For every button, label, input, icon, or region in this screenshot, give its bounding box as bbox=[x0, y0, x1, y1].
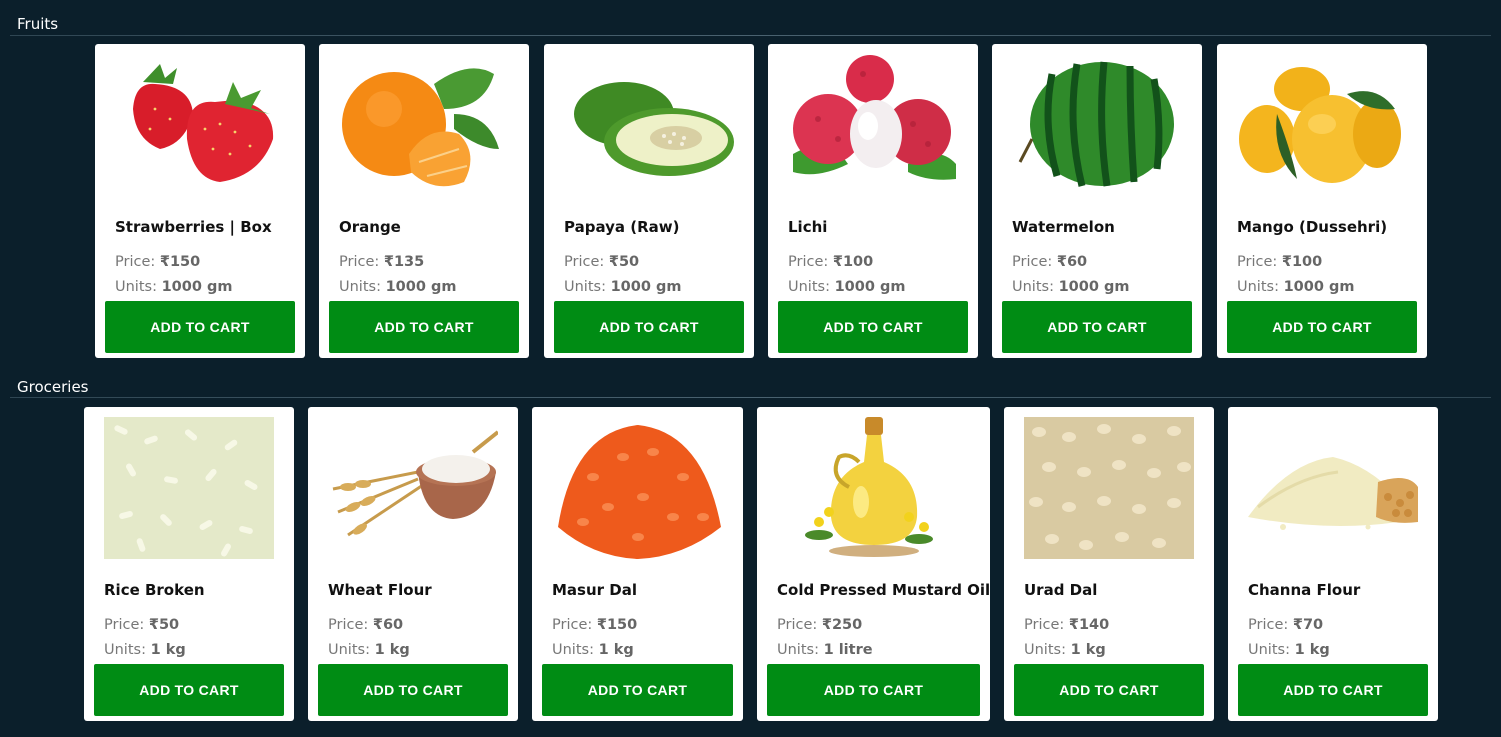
product-row-fruits: Strawberries | Box Price: ₹150 Units: 10… bbox=[0, 44, 1501, 358]
add-to-cart-button[interactable]: ADD TO CART bbox=[105, 301, 295, 353]
product-name: Rice Broken bbox=[104, 581, 205, 599]
product-name: Mango (Dussehri) bbox=[1237, 218, 1388, 236]
product-units: Units: 1000 gm bbox=[1237, 279, 1355, 295]
product-name: Masur Dal bbox=[552, 581, 637, 599]
product-units: Units: 1 kg bbox=[328, 642, 410, 658]
product-card: Watermelon Price: ₹60 Units: 1000 gm ADD… bbox=[992, 44, 1202, 358]
papaya-image bbox=[564, 54, 734, 196]
product-card: Mango (Dussehri) Price: ₹100 Units: 1000… bbox=[1217, 44, 1427, 358]
product-card: Rice Broken Price: ₹50 Units: 1 kg ADD T… bbox=[84, 407, 294, 721]
product-card: Papaya (Raw) Price: ₹50 Units: 1000 gm A… bbox=[544, 44, 754, 358]
mango-image bbox=[1237, 54, 1407, 196]
section-divider bbox=[10, 35, 1491, 36]
masur-dal-image bbox=[552, 417, 723, 559]
product-units: Units: 1000 gm bbox=[1012, 279, 1130, 295]
product-card: Lichi Price: ₹100 Units: 1000 gm ADD TO … bbox=[768, 44, 978, 358]
product-price: Price: ₹150 bbox=[552, 617, 638, 633]
product-card: Wheat Flour Price: ₹60 Units: 1 kg ADD T… bbox=[308, 407, 518, 721]
add-to-cart-button[interactable]: ADD TO CART bbox=[542, 664, 733, 716]
product-name: Orange bbox=[339, 218, 401, 236]
product-price: Price: ₹100 bbox=[788, 254, 874, 270]
rice-image bbox=[104, 417, 274, 559]
product-card: Channa Flour Price: ₹70 Units: 1 kg ADD … bbox=[1228, 407, 1438, 721]
product-name: Lichi bbox=[788, 218, 828, 236]
add-to-cart-button[interactable]: ADD TO CART bbox=[1014, 664, 1204, 716]
product-units: Units: 1000 gm bbox=[564, 279, 682, 295]
watermelon-image bbox=[1012, 54, 1182, 196]
add-to-cart-button[interactable]: ADD TO CART bbox=[318, 664, 508, 716]
add-to-cart-button[interactable]: ADD TO CART bbox=[329, 301, 519, 353]
add-to-cart-button[interactable]: ADD TO CART bbox=[1238, 664, 1428, 716]
product-name: Watermelon bbox=[1012, 218, 1115, 236]
product-name: Wheat Flour bbox=[328, 581, 432, 599]
product-card: Strawberries | Box Price: ₹150 Units: 10… bbox=[95, 44, 305, 358]
product-price: Price: ₹60 bbox=[1012, 254, 1088, 270]
product-units: Units: 1000 gm bbox=[339, 279, 457, 295]
lichi-image bbox=[788, 54, 958, 196]
product-units: Units: 1 kg bbox=[104, 642, 186, 658]
product-name: Channa Flour bbox=[1248, 581, 1361, 599]
product-units: Units: 1 kg bbox=[1248, 642, 1330, 658]
product-units: Units: 1000 gm bbox=[788, 279, 906, 295]
wheat-flour-image bbox=[328, 417, 498, 559]
product-price: Price: ₹70 bbox=[1248, 617, 1324, 633]
product-row-groceries: Rice Broken Price: ₹50 Units: 1 kg ADD T… bbox=[0, 407, 1501, 721]
urad-dal-image bbox=[1024, 417, 1194, 559]
section-title-fruits: Fruits bbox=[17, 15, 59, 33]
product-name: Cold Pressed Mustard Oil bbox=[777, 581, 991, 599]
orange-image bbox=[339, 54, 509, 196]
product-card: Cold Pressed Mustard Oil Price: ₹250 Uni… bbox=[757, 407, 990, 721]
mustard-oil-image bbox=[777, 417, 970, 559]
add-to-cart-button[interactable]: ADD TO CART bbox=[778, 301, 968, 353]
product-price: Price: ₹100 bbox=[1237, 254, 1323, 270]
product-units: Units: 1 litre bbox=[777, 642, 873, 658]
add-to-cart-button[interactable]: ADD TO CART bbox=[1227, 301, 1417, 353]
product-units: Units: 1 kg bbox=[552, 642, 634, 658]
product-price: Price: ₹140 bbox=[1024, 617, 1110, 633]
add-to-cart-button[interactable]: ADD TO CART bbox=[1002, 301, 1192, 353]
product-card: Orange Price: ₹135 Units: 1000 gm ADD TO… bbox=[319, 44, 529, 358]
add-to-cart-button[interactable]: ADD TO CART bbox=[767, 664, 980, 716]
product-name: Papaya (Raw) bbox=[564, 218, 680, 236]
product-card: Urad Dal Price: ₹140 Units: 1 kg ADD TO … bbox=[1004, 407, 1214, 721]
add-to-cart-button[interactable]: ADD TO CART bbox=[554, 301, 744, 353]
section-divider bbox=[10, 397, 1491, 398]
product-price: Price: ₹250 bbox=[777, 617, 863, 633]
product-price: Price: ₹50 bbox=[564, 254, 640, 270]
product-units: Units: 1 kg bbox=[1024, 642, 1106, 658]
channa-flour-image bbox=[1248, 417, 1418, 559]
product-price: Price: ₹135 bbox=[339, 254, 425, 270]
add-to-cart-button[interactable]: ADD TO CART bbox=[94, 664, 284, 716]
section-title-groceries: Groceries bbox=[17, 378, 89, 396]
product-card: Masur Dal Price: ₹150 Units: 1 kg ADD TO… bbox=[532, 407, 743, 721]
product-price: Price: ₹150 bbox=[115, 254, 201, 270]
strawberry-image bbox=[115, 54, 285, 196]
product-name: Urad Dal bbox=[1024, 581, 1098, 599]
product-name: Strawberries | Box bbox=[115, 218, 272, 236]
product-units: Units: 1000 gm bbox=[115, 279, 233, 295]
product-price: Price: ₹60 bbox=[328, 617, 404, 633]
product-price: Price: ₹50 bbox=[104, 617, 180, 633]
